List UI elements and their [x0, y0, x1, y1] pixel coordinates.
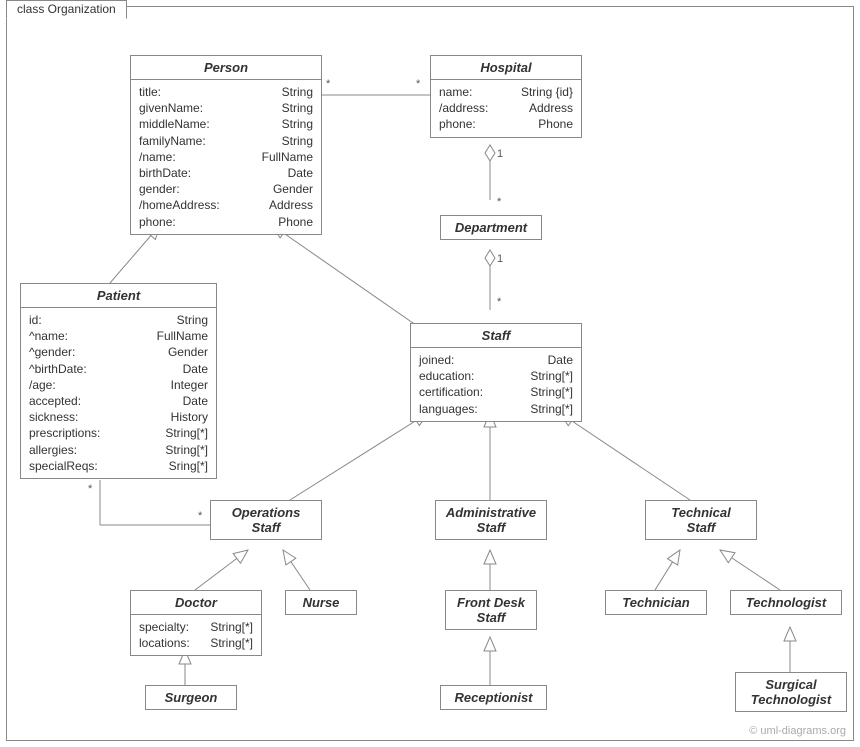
- class-technologist: Technologist: [730, 590, 842, 615]
- class-technical-staff-title: TechnicalStaff: [646, 501, 756, 539]
- class-department: Department: [440, 215, 542, 240]
- class-receptionist-title: Receptionist: [441, 686, 546, 709]
- mult-patient-ops-r: *: [198, 510, 202, 522]
- class-patient-title: Patient: [21, 284, 216, 308]
- package-title: class Organization: [6, 0, 127, 19]
- class-patient: Patient id:String^name:FullName^gender:G…: [20, 283, 217, 479]
- mult-person-hospital-r: *: [416, 78, 420, 90]
- class-staff-title: Staff: [411, 324, 581, 348]
- class-administrative-staff: AdministrativeStaff: [435, 500, 547, 540]
- class-technical-staff: TechnicalStaff: [645, 500, 757, 540]
- mult-patient-ops-l: *: [88, 483, 92, 495]
- class-surgeon-title: Surgeon: [146, 686, 236, 709]
- class-technician-title: Technician: [606, 591, 706, 614]
- class-person-title: Person: [131, 56, 321, 80]
- mult-dept-staff-star: *: [497, 296, 501, 308]
- class-doctor: Doctor specialty:String[*]locations:Stri…: [130, 590, 262, 656]
- class-technician: Technician: [605, 590, 707, 615]
- mult-hosp-dept-1: 1: [497, 148, 503, 160]
- class-front-desk-staff: Front DeskStaff: [445, 590, 537, 630]
- class-hospital-attrs: name:String {id}/address:Addressphone:Ph…: [431, 80, 581, 137]
- class-surgical-technologist: SurgicalTechnologist: [735, 672, 847, 712]
- class-surgeon: Surgeon: [145, 685, 237, 710]
- mult-hosp-dept-star: *: [497, 196, 501, 208]
- mult-dept-staff-1: 1: [497, 253, 503, 265]
- class-hospital-title: Hospital: [431, 56, 581, 80]
- class-administrative-staff-title: AdministrativeStaff: [436, 501, 546, 539]
- class-person: Person title:StringgivenName:Stringmiddl…: [130, 55, 322, 235]
- class-staff-attrs: joined:Dateeducation:String[*]certificat…: [411, 348, 581, 421]
- class-doctor-title: Doctor: [131, 591, 261, 615]
- class-staff: Staff joined:Dateeducation:String[*]cert…: [410, 323, 582, 422]
- class-technologist-title: Technologist: [731, 591, 841, 614]
- class-receptionist: Receptionist: [440, 685, 547, 710]
- class-surgical-technologist-title: SurgicalTechnologist: [736, 673, 846, 711]
- class-nurse: Nurse: [285, 590, 357, 615]
- class-hospital: Hospital name:String {id}/address:Addres…: [430, 55, 582, 138]
- class-person-attrs: title:StringgivenName:StringmiddleName:S…: [131, 80, 321, 234]
- class-front-desk-staff-title: Front DeskStaff: [446, 591, 536, 629]
- class-operations-staff-title: OperationsStaff: [211, 501, 321, 539]
- class-department-title: Department: [441, 216, 541, 239]
- mult-person-hospital-l: *: [326, 78, 330, 90]
- class-operations-staff: OperationsStaff: [210, 500, 322, 540]
- class-patient-attrs: id:String^name:FullName^gender:Gender^bi…: [21, 308, 216, 478]
- class-doctor-attrs: specialty:String[*]locations:String[*]: [131, 615, 261, 655]
- watermark: © uml-diagrams.org: [749, 725, 846, 737]
- class-nurse-title: Nurse: [286, 591, 356, 614]
